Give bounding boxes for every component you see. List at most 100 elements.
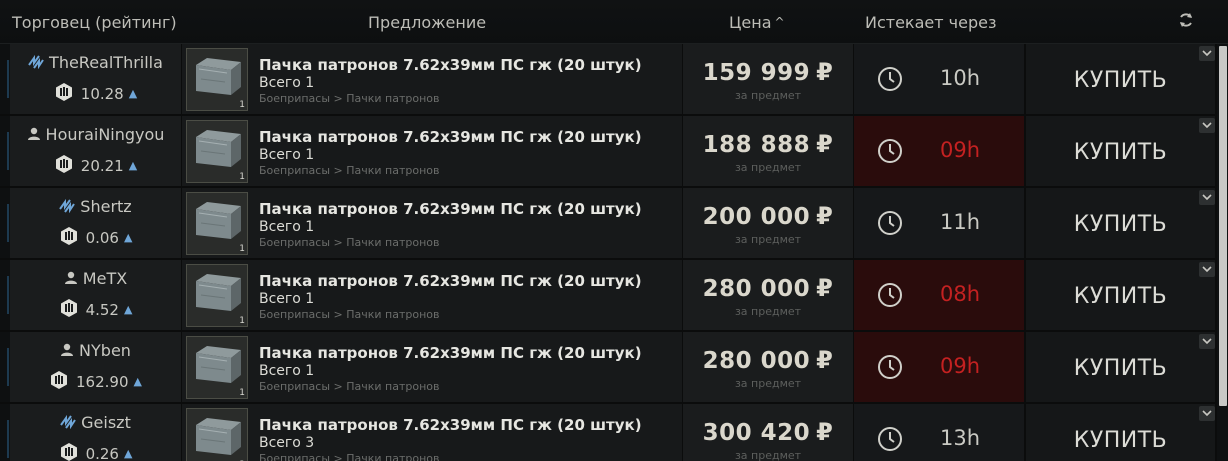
scrollbar-thumb[interactable] bbox=[1219, 46, 1227, 406]
item-thumbnail[interactable]: 1 bbox=[186, 192, 248, 255]
sort-caret-icon: ^ bbox=[774, 15, 785, 29]
trader-rating: 0.06 ▲ bbox=[10, 226, 181, 250]
row-edge-bar bbox=[7, 204, 9, 242]
price-value: 300 420 ₽ bbox=[683, 418, 853, 446]
expires-value: 11h bbox=[940, 210, 981, 234]
buy-button[interactable]: КУПИТЬ bbox=[1026, 260, 1215, 330]
chevron-down-icon[interactable] bbox=[1199, 334, 1215, 349]
clock-icon bbox=[876, 425, 904, 453]
expires-cell: 11h bbox=[854, 188, 1024, 258]
item-cell: 1 Пачка патронов 7.62x39мм ПС гж (20 шту… bbox=[182, 44, 682, 114]
row-edge bbox=[0, 404, 10, 461]
trader-rating: 162.90 ▲ bbox=[10, 370, 181, 394]
chevron-down-icon[interactable] bbox=[1199, 118, 1215, 133]
trader-cell[interactable]: HouraiNingyou 20.21 ▲ bbox=[10, 116, 181, 186]
trader-cell[interactable]: MeTX 4.52 ▲ bbox=[10, 260, 181, 330]
rating-icon bbox=[59, 226, 79, 250]
rating-value: 4.52 bbox=[85, 301, 119, 319]
rating-value: 0.06 bbox=[85, 229, 119, 247]
buy-button[interactable]: КУПИТЬ bbox=[1026, 188, 1215, 258]
expires-value: 09h bbox=[940, 138, 981, 162]
clock-icon bbox=[876, 65, 904, 93]
buy-button-label: КУПИТЬ bbox=[1073, 68, 1168, 93]
price-amount: 280 000 bbox=[702, 348, 811, 374]
offer-row: HouraiNingyou 20.21 ▲ 1 Пачка патронов 7.… bbox=[0, 116, 1228, 186]
chevron-down-icon[interactable] bbox=[1199, 406, 1215, 421]
rating-up-icon: ▲ bbox=[133, 375, 142, 388]
trader-name: NYben bbox=[10, 341, 181, 361]
rating-up-icon: ▲ bbox=[128, 87, 138, 100]
buy-button-label: КУПИТЬ bbox=[1073, 284, 1168, 309]
item-thumbnail[interactable]: 1 bbox=[186, 336, 248, 399]
flea-trader-icon bbox=[28, 54, 44, 73]
price-amount: 300 420 bbox=[702, 420, 811, 446]
expires-cell: 08h bbox=[854, 260, 1024, 330]
expires-column-header[interactable]: Истекает через bbox=[865, 13, 996, 32]
price-cell: 200 000 ₽ за предмет bbox=[683, 188, 853, 258]
price-amount: 188 888 bbox=[702, 132, 811, 158]
offer-row: NYben 162.90 ▲ 1 Пачка патронов 7.62x39мм… bbox=[0, 332, 1228, 402]
row-edge-bar bbox=[7, 348, 9, 386]
price-per-item: за предмет bbox=[734, 89, 802, 102]
item-thumbnail[interactable]: 3 bbox=[186, 408, 248, 461]
chevron-down-icon[interactable] bbox=[1199, 190, 1215, 205]
trader-column-header[interactable]: Торговец (рейтинг) bbox=[12, 13, 177, 32]
buy-button[interactable]: КУПИТЬ bbox=[1026, 404, 1215, 461]
price-amount: 200 000 bbox=[702, 204, 811, 230]
price-column-header[interactable]: Цена ^ bbox=[729, 13, 785, 32]
price-value: 280 000 ₽ bbox=[683, 274, 853, 302]
offer-row: MeTX 4.52 ▲ 1 Пачка патронов 7.62x39мм ПС… bbox=[0, 260, 1228, 330]
buy-button-label: КУПИТЬ bbox=[1073, 140, 1168, 165]
expires-cell: 13h bbox=[854, 404, 1024, 461]
rating-icon bbox=[54, 82, 74, 106]
price-value: 280 000 ₽ bbox=[683, 346, 853, 374]
row-edge bbox=[0, 260, 10, 330]
clock-icon bbox=[876, 281, 904, 309]
buy-button[interactable]: КУПИТЬ bbox=[1026, 332, 1215, 402]
item-thumbnail[interactable]: 1 bbox=[186, 120, 248, 183]
chevron-down-icon[interactable] bbox=[1199, 262, 1215, 277]
trader-name-label: HouraiNingyou bbox=[45, 125, 165, 144]
price-cell: 280 000 ₽ за предмет bbox=[683, 332, 853, 402]
trader-name-label: NYben bbox=[79, 341, 131, 360]
trader-cell[interactable]: Shertz 0.06 ▲ bbox=[10, 188, 181, 258]
buy-button-label: КУПИТЬ bbox=[1073, 356, 1168, 381]
item-thumbnail[interactable]: 1 bbox=[186, 264, 248, 327]
rating-value: 162.90 bbox=[76, 373, 129, 391]
price-per-item: за предмет bbox=[734, 449, 802, 461]
refresh-icon[interactable] bbox=[1176, 10, 1196, 30]
item-total: Всего 1 bbox=[259, 363, 315, 379]
rating-value: 20.21 bbox=[80, 157, 124, 175]
trader-cell[interactable]: TheRealThrilla 10.28 ▲ bbox=[10, 44, 181, 114]
trader-name-label: TheRealThrilla bbox=[49, 53, 163, 72]
buy-button-label: КУПИТЬ bbox=[1073, 212, 1168, 237]
rating-value: 10.28 bbox=[80, 85, 124, 103]
trader-cell[interactable]: NYben 162.90 ▲ bbox=[10, 332, 181, 402]
item-total: Всего 1 bbox=[259, 75, 315, 91]
rating-value: 0.26 bbox=[85, 445, 119, 461]
item-title: Пачка патронов 7.62x39мм ПС гж (20 штук) bbox=[259, 56, 642, 74]
item-category: Боеприпасы > Пачки патронов bbox=[259, 452, 440, 461]
row-edge bbox=[0, 116, 10, 186]
rating-icon bbox=[54, 154, 74, 178]
trader-cell[interactable]: Geiszt 0.26 ▲ bbox=[10, 404, 181, 461]
price-per-item: за предмет bbox=[734, 305, 802, 318]
chevron-down-icon[interactable] bbox=[1199, 46, 1215, 61]
price-value: 200 000 ₽ bbox=[683, 202, 853, 230]
item-count: 1 bbox=[239, 172, 245, 182]
price-value: 159 999 ₽ bbox=[683, 58, 853, 86]
item-title: Пачка патронов 7.62x39мм ПС гж (20 штук) bbox=[259, 416, 642, 434]
buy-button[interactable]: КУПИТЬ bbox=[1026, 44, 1215, 114]
rating-icon bbox=[59, 442, 79, 461]
offers-header: Торговец (рейтинг) Предложение Цена ^ Ист… bbox=[0, 0, 1228, 44]
item-title: Пачка патронов 7.62x39мм ПС гж (20 штук) bbox=[259, 344, 642, 362]
ruble-icon: ₽ bbox=[816, 130, 834, 158]
item-cell: 1 Пачка патронов 7.62x39мм ПС гж (20 шту… bbox=[182, 332, 682, 402]
item-thumbnail[interactable]: 1 bbox=[186, 48, 248, 111]
buy-button[interactable]: КУПИТЬ bbox=[1026, 116, 1215, 186]
ruble-icon: ₽ bbox=[816, 346, 834, 374]
ruble-icon: ₽ bbox=[816, 418, 834, 446]
rating-icon bbox=[59, 298, 79, 322]
offer-column-header[interactable]: Предложение bbox=[368, 13, 486, 32]
flea-trader-icon bbox=[59, 198, 76, 217]
